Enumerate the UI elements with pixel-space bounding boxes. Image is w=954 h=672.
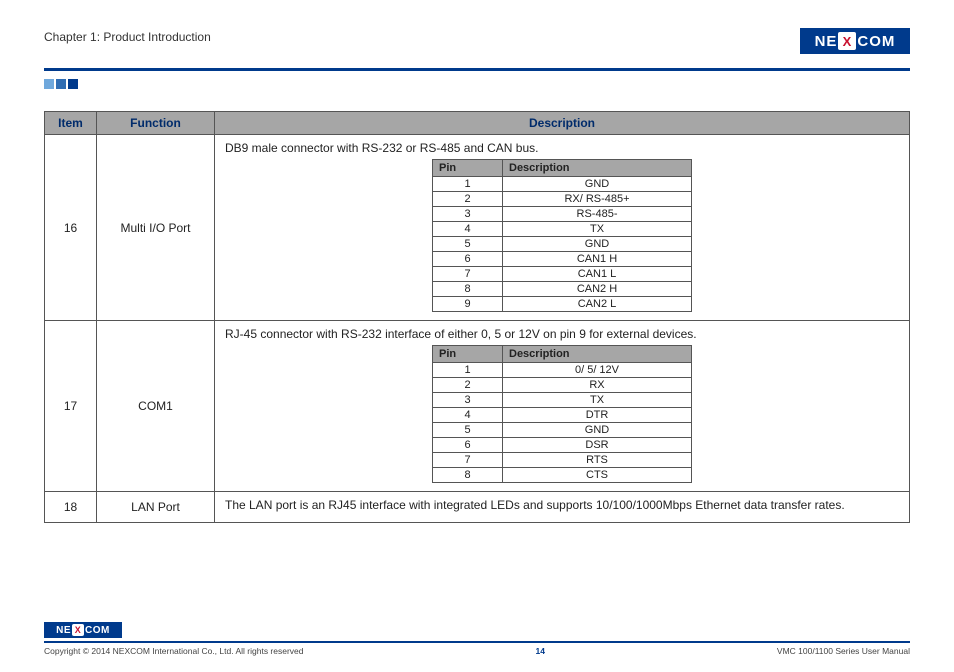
pin-row: 2RX/ RS-485+ (433, 192, 692, 207)
pin-row: 1GND (433, 177, 692, 192)
doc-title: VMC 100/1100 Series User Manual (777, 646, 910, 656)
pin-desc: GND (503, 177, 692, 192)
pin-number: 3 (433, 207, 503, 222)
th-item: Item (45, 112, 97, 135)
pin-desc: CAN2 L (503, 297, 692, 312)
cell-description: The LAN port is an RJ45 interface with i… (215, 492, 910, 523)
pin-desc: RX/ RS-485+ (503, 192, 692, 207)
cell-description: RJ-45 connector with RS-232 interface of… (215, 321, 910, 492)
pin-row: 8CAN2 H (433, 282, 692, 297)
pin-number: 9 (433, 297, 503, 312)
pinout-table: PinDescription1GND2RX/ RS-485+3RS-485-4T… (432, 159, 692, 312)
pin-desc: 0/ 5/ 12V (503, 363, 692, 378)
pin-desc: GND (503, 423, 692, 438)
pin-number: 1 (433, 177, 503, 192)
pin-row: 2RX (433, 378, 692, 393)
table-row: 16Multi I/O PortDB9 male connector with … (45, 135, 910, 321)
cell-item: 18 (45, 492, 97, 523)
description-text: The LAN port is an RJ45 interface with i… (225, 498, 899, 512)
pin-row: 7RTS (433, 453, 692, 468)
pin-row: 6CAN1 H (433, 252, 692, 267)
pin-row: 4TX (433, 222, 692, 237)
chapter-title: Chapter 1: Product Introduction (44, 28, 211, 44)
pin-number: 4 (433, 222, 503, 237)
pin-number: 1 (433, 363, 503, 378)
brand-logo: NE X COM (800, 28, 910, 54)
pin-number: 2 (433, 378, 503, 393)
pin-row: 10/ 5/ 12V (433, 363, 692, 378)
pin-desc: CAN1 L (503, 267, 692, 282)
pin-row: 9CAN2 L (433, 297, 692, 312)
pin-number: 7 (433, 267, 503, 282)
pin-number: 3 (433, 393, 503, 408)
decorative-squares-icon (44, 79, 910, 89)
footer-logo: NE X COM (44, 622, 122, 638)
connector-table: Item Function Description 16Multi I/O Po… (44, 111, 910, 523)
table-row: 18LAN Port The LAN port is an RJ45 interf… (45, 492, 910, 523)
pin-row: 8CTS (433, 468, 692, 483)
th-pin: Pin (433, 346, 503, 363)
pin-row: 7CAN1 L (433, 267, 692, 282)
copyright-text: Copyright © 2014 NEXCOM International Co… (44, 646, 304, 656)
pin-desc: TX (503, 222, 692, 237)
pin-number: 8 (433, 282, 503, 297)
th-pin-desc: Description (503, 346, 692, 363)
pin-number: 6 (433, 252, 503, 267)
pin-row: 3TX (433, 393, 692, 408)
pin-desc: GND (503, 237, 692, 252)
pin-number: 5 (433, 423, 503, 438)
pin-row: 4DTR (433, 408, 692, 423)
th-description: Description (215, 112, 910, 135)
pin-row: 3RS-485- (433, 207, 692, 222)
page-footer: NE X COM Copyright © 2014 NEXCOM Interna… (44, 622, 910, 657)
pin-number: 5 (433, 237, 503, 252)
cell-function: Multi I/O Port (97, 135, 215, 321)
pin-row: 6DSR (433, 438, 692, 453)
cell-function: LAN Port (97, 492, 215, 523)
page-header: Chapter 1: Product Introduction NE X COM (44, 28, 910, 66)
table-row: 17COM1RJ-45 connector with RS-232 interf… (45, 321, 910, 492)
footer-divider (44, 641, 910, 643)
pin-desc: RTS (503, 453, 692, 468)
pin-row: 5GND (433, 237, 692, 252)
pin-desc: DTR (503, 408, 692, 423)
pin-desc: RS-485- (503, 207, 692, 222)
description-text: DB9 male connector with RS-232 or RS-485… (225, 141, 899, 155)
cell-item: 16 (45, 135, 97, 321)
th-pin: Pin (433, 160, 503, 177)
logo-text-right: COM (857, 33, 895, 50)
th-function: Function (97, 112, 215, 135)
header-divider (44, 68, 910, 71)
cell-description: DB9 male connector with RS-232 or RS-485… (215, 135, 910, 321)
pin-desc: CTS (503, 468, 692, 483)
pin-desc: RX (503, 378, 692, 393)
pin-row: 5GND (433, 423, 692, 438)
th-pin-desc: Description (503, 160, 692, 177)
logo-text-left: NE (815, 33, 838, 50)
pin-desc: TX (503, 393, 692, 408)
page-number: 14 (535, 646, 544, 656)
pin-desc: CAN2 H (503, 282, 692, 297)
pin-desc: DSR (503, 438, 692, 453)
pin-number: 2 (433, 192, 503, 207)
pin-number: 7 (433, 453, 503, 468)
cell-item: 17 (45, 321, 97, 492)
pinout-table: PinDescription10/ 5/ 12V2RX3TX4DTR5GND6D… (432, 345, 692, 483)
pin-number: 4 (433, 408, 503, 423)
logo-x-icon: X (838, 32, 856, 50)
pin-number: 6 (433, 438, 503, 453)
cell-function: COM1 (97, 321, 215, 492)
pin-desc: CAN1 H (503, 252, 692, 267)
description-text: RJ-45 connector with RS-232 interface of… (225, 327, 899, 341)
pin-number: 8 (433, 468, 503, 483)
